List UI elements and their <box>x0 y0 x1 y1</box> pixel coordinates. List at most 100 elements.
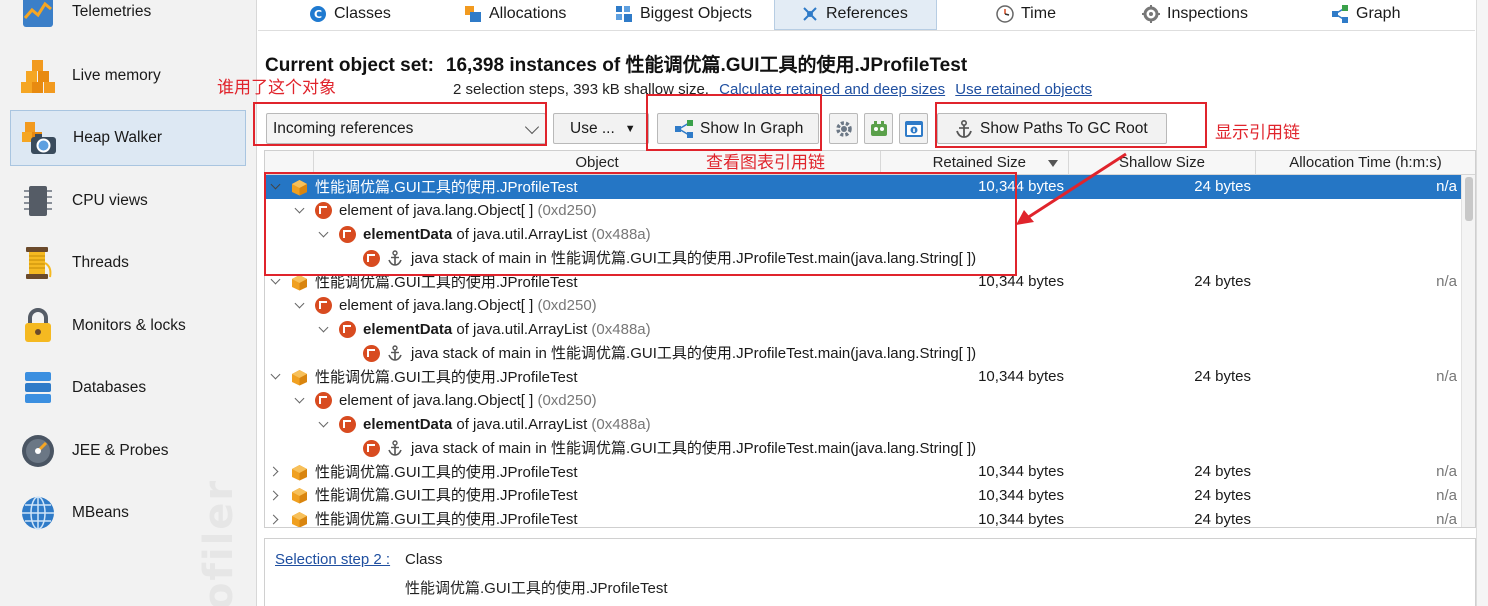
vertical-scrollbar[interactable] <box>1461 175 1475 527</box>
tab-time[interactable]: Time <box>996 0 1056 30</box>
sidebar-item-databases[interactable]: Databases <box>10 360 246 416</box>
collapse-chevron-icon[interactable] <box>269 370 283 384</box>
tab-label: Inspections <box>1167 5 1248 22</box>
object-text: 性能调优篇.GUI工具的使用.JProfileTest <box>315 463 578 481</box>
use-dropdown-button[interactable]: Use ... ▼ <box>553 113 649 144</box>
collapse-chevron-icon[interactable] <box>293 299 307 313</box>
table-row[interactable]: 性能调优篇.GUI工具的使用.JProfileTest 10,344 bytes 2… <box>265 508 1461 528</box>
object-text: 性能调优篇.GUI工具的使用.JProfileTest <box>315 511 578 528</box>
tab-label: Graph <box>1356 5 1401 22</box>
table-row[interactable]: 性能调优篇.GUI工具的使用.JProfileTest 10,344 bytes 2… <box>265 365 1461 389</box>
table-row[interactable]: java stack of main in 性能调优篇.GUI工具的使用.JPr… <box>265 341 1461 365</box>
expand-chevron-icon[interactable] <box>269 465 283 479</box>
selection-step-link[interactable]: Selection step 2 : <box>275 551 390 568</box>
sidebar-item-cpu-views[interactable]: CPU views <box>10 173 246 229</box>
allocations-icon <box>464 5 482 23</box>
tab-graph[interactable]: Graph <box>1331 0 1400 30</box>
jee-probes-icon <box>20 433 56 469</box>
object-label: 性能调优篇.GUI工具的使用.JProfileTest <box>315 484 578 507</box>
table-row[interactable]: java stack of main in 性能调优篇.GUI工具的使用.JPr… <box>265 436 1461 460</box>
collapse-chevron-icon[interactable] <box>269 275 283 289</box>
sidebar-item-monitors-locks[interactable]: Monitors & locks <box>10 298 246 354</box>
retained-size-cell: 10,344 bytes <box>978 368 1064 385</box>
object-label: 性能调优篇.GUI工具的使用.JProfileTest <box>315 461 578 484</box>
allocation-time-cell: n/a <box>1436 486 1457 504</box>
collapse-chevron-icon[interactable] <box>293 394 307 408</box>
databases-icon <box>20 370 56 406</box>
watermark: ofiler <box>196 478 242 606</box>
telemetries-icon <box>20 0 56 30</box>
sidebar-item-jee-probes[interactable]: JEE & Probes <box>10 423 246 479</box>
sidebar-item-label: JEE & Probes <box>72 442 169 459</box>
shallow-size-cell: 24 bytes <box>1194 368 1251 385</box>
column-allocation-time[interactable]: Allocation Time (h:m:s) <box>1255 151 1475 175</box>
object-address: (0x488a) <box>591 416 651 433</box>
tab-classes[interactable]: C Classes <box>309 0 391 30</box>
object-set-value: 16,398 instances of 性能调优篇.GUI工具的使用.JProf… <box>445 55 968 76</box>
retained-size-cell: 10,344 bytes <box>978 510 1064 528</box>
view-tabbar: C Classes Allocations Biggest Objects Re… <box>258 0 1475 31</box>
shallow-size-cell: 24 bytes <box>1194 463 1251 480</box>
tab-inspections[interactable]: Inspections <box>1142 0 1248 30</box>
sidebar-item-telemetries[interactable]: Telemetries <box>10 0 246 40</box>
settings-button[interactable] <box>829 113 858 144</box>
table-row[interactable]: element of java.lang.Object[ ] (0xd250) <box>265 389 1461 413</box>
annotation-box-graph <box>646 94 822 151</box>
expand-chevron-icon[interactable] <box>269 489 283 503</box>
mbeans-icon <box>20 495 56 531</box>
incoming-reference-icon <box>363 439 380 457</box>
table-row[interactable]: 性能调优篇.GUI工具的使用.JProfileTest 10,344 bytes 2… <box>265 484 1461 508</box>
tab-references[interactable]: References <box>774 0 937 30</box>
object-address: (0xd250) <box>537 392 597 410</box>
annotation-box-gc <box>935 102 1207 148</box>
selection-step-class: 性能调优篇.GUI工具的使用.JProfileTest <box>405 580 668 597</box>
tab-biggest-objects[interactable]: Biggest Objects <box>615 0 752 30</box>
object-cell: element of java.lang.Object[ ] (0xd250) <box>293 294 597 318</box>
object-text: 性能调优篇.GUI工具的使用.JProfileTest <box>315 273 578 291</box>
tab-label: Classes <box>334 5 391 22</box>
scrollbar-thumb[interactable] <box>1465 177 1473 221</box>
sidebar-item-threads[interactable]: Threads <box>10 235 246 291</box>
filter-icon <box>869 119 889 143</box>
live-memory-icon <box>20 58 56 94</box>
collapse-chevron-icon[interactable] <box>317 418 331 432</box>
tab-label: References <box>826 4 908 22</box>
sidebar-item-label: Telemetries <box>72 3 152 20</box>
object-label: elementData of java.util.ArrayList (0x48… <box>363 413 651 436</box>
info-button[interactable] <box>899 113 928 144</box>
expand-chevron-icon[interactable] <box>269 513 283 527</box>
time-icon <box>996 5 1014 23</box>
object-cell: 性能调优篇.GUI工具的使用.JProfileTest <box>269 484 578 508</box>
tab-label: Biggest Objects <box>640 5 753 22</box>
allocation-time-cell: n/a <box>1436 273 1457 290</box>
class-instance-icon <box>292 369 307 385</box>
sidebar-item-live-memory[interactable]: Live memory <box>10 48 246 104</box>
gc-root-anchor-icon <box>388 345 402 362</box>
object-cell: elementData of java.util.ArrayList (0x48… <box>317 318 651 342</box>
table-row[interactable]: elementData of java.util.ArrayList (0x48… <box>265 318 1461 342</box>
collapse-chevron-icon[interactable] <box>317 323 331 337</box>
adjacent-window-edge <box>1476 0 1488 606</box>
sidebar-item-heap-walker[interactable]: Heap Walker <box>10 110 246 166</box>
object-text: element of java.lang.Object[ ] <box>339 392 538 410</box>
tab-allocations[interactable]: Allocations <box>464 0 566 30</box>
table-row[interactable]: elementData of java.util.ArrayList (0x48… <box>265 413 1461 437</box>
caret-down-icon: ▼ <box>624 122 636 135</box>
table-row[interactable]: element of java.lang.Object[ ] (0xd250) <box>265 294 1461 318</box>
object-cell: element of java.lang.Object[ ] (0xd250) <box>293 389 597 413</box>
gc-root-anchor-icon <box>388 440 402 457</box>
use-retained-objects-link[interactable]: Use retained objects <box>955 81 1092 98</box>
shallow-size-cell: 24 bytes <box>1194 510 1251 528</box>
svg-text:C: C <box>314 8 322 21</box>
object-cell: 性能调优篇.GUI工具的使用.JProfileTest <box>269 508 578 528</box>
sidebar-item-label: Threads <box>72 254 129 271</box>
biggest-objects-icon <box>615 5 633 23</box>
object-text: java stack of main in 性能调优篇.GUI工具的使用.JPr… <box>411 439 977 457</box>
table-row[interactable]: 性能调优篇.GUI工具的使用.JProfileTest 10,344 bytes 2… <box>265 460 1461 484</box>
filter-button[interactable] <box>864 113 893 144</box>
page-title: Current object set: 16,398 instances of 性… <box>265 50 967 77</box>
field-name: elementData <box>363 416 453 433</box>
inspections-icon <box>1142 5 1160 23</box>
heap-walker-icon <box>21 120 57 156</box>
object-label: java stack of main in 性能调优篇.GUI工具的使用.JPr… <box>411 437 976 460</box>
